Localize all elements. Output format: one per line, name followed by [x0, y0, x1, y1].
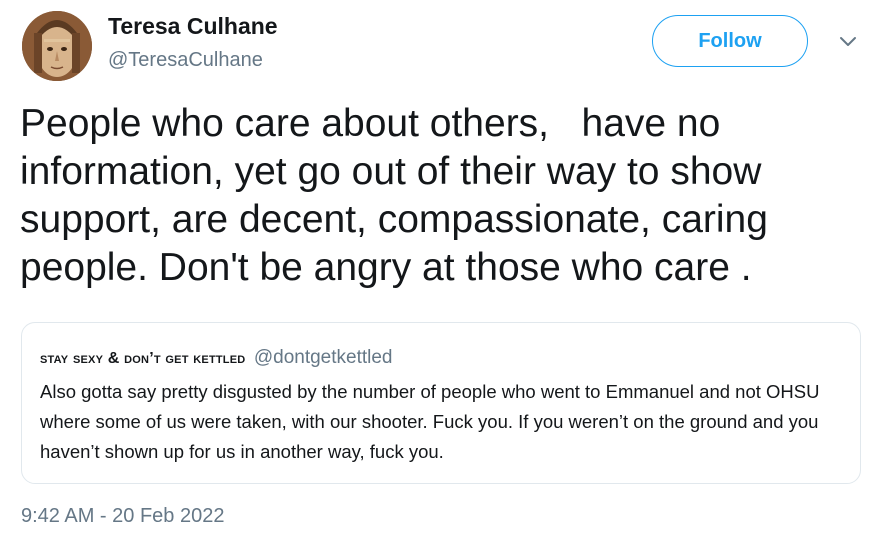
follow-button[interactable]: Follow	[652, 15, 808, 67]
chevron-down-icon[interactable]	[836, 32, 860, 52]
tweet-timestamp[interactable]: 9:42 AM - 20 Feb 2022	[21, 505, 224, 528]
quoted-author-name: STAY SEXY & DON’T GET KETTLED	[40, 350, 246, 367]
author-avatar[interactable]	[22, 11, 92, 81]
tweet-text: People who care about others, have no in…	[20, 102, 779, 289]
author-display-name[interactable]: Teresa Culhane	[108, 13, 278, 40]
quoted-author-handle: @dontgetkettled	[253, 347, 393, 368]
quoted-tweet[interactable]: STAY SEXY & DON’T GET KETTLED @dontgetke…	[21, 322, 861, 484]
avatar-portrait-image	[22, 11, 92, 81]
author-handle[interactable]: @TeresaCulhane	[108, 49, 263, 72]
quoted-tweet-header: STAY SEXY & DON’T GET KETTLED @dontgetke…	[40, 347, 393, 369]
quoted-tweet-text: Also gotta say pretty disgusted by the n…	[40, 381, 820, 462]
